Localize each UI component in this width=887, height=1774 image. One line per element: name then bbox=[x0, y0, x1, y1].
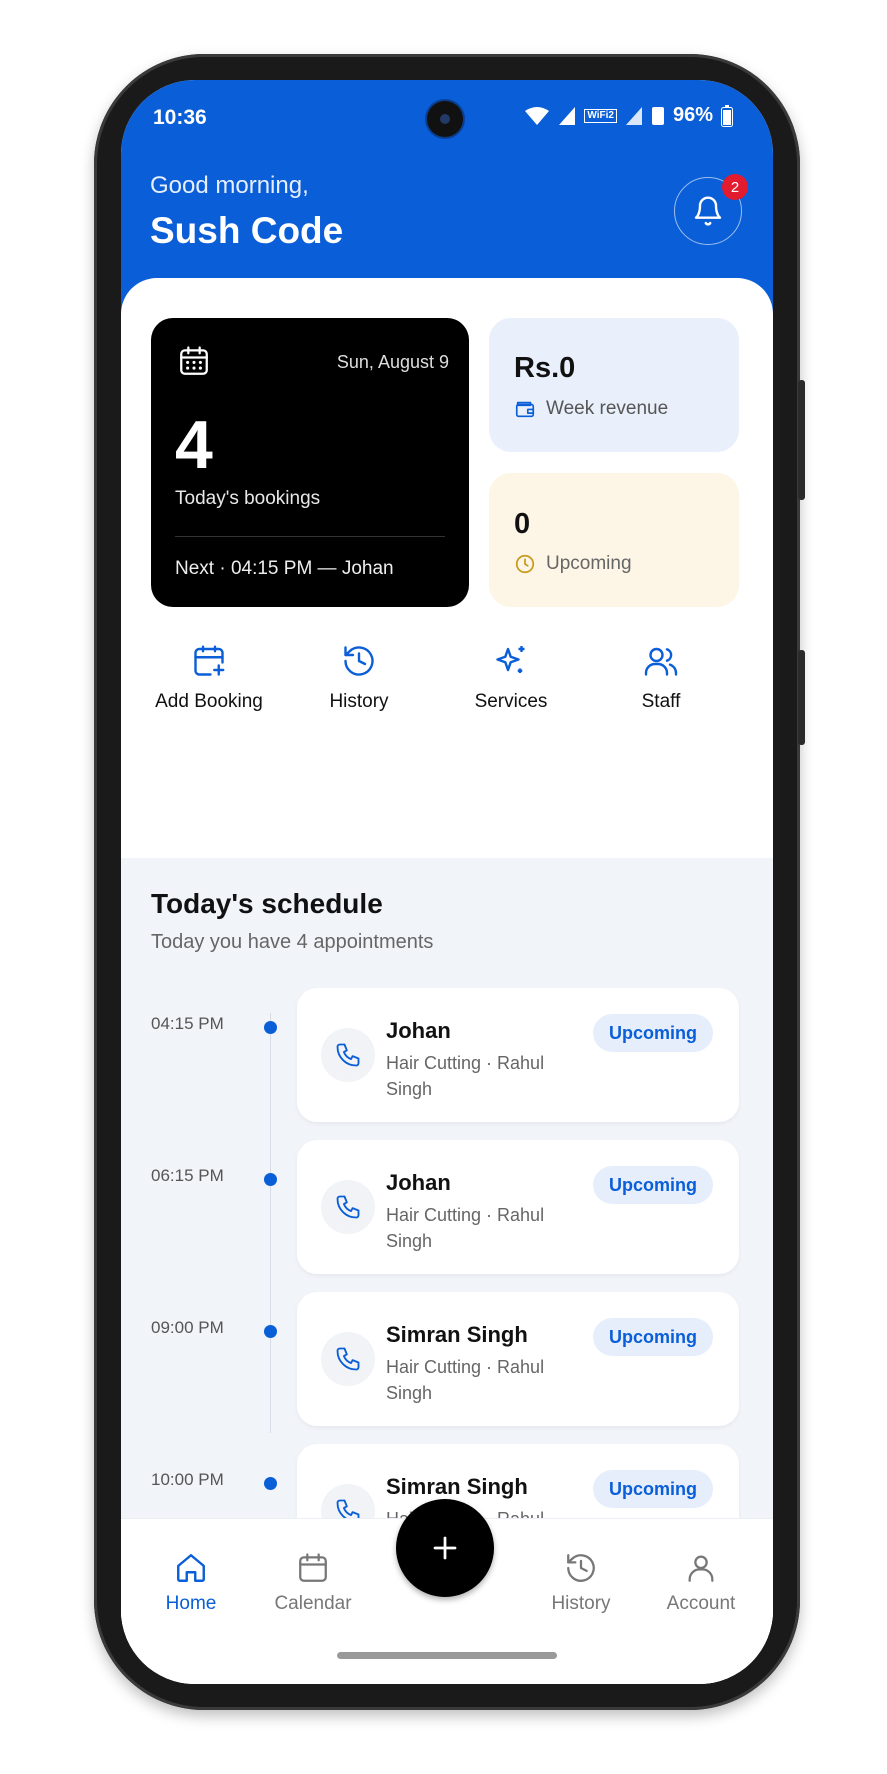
nav-home[interactable]: Home bbox=[136, 1551, 246, 1615]
week-revenue-label: Week revenue bbox=[546, 398, 669, 419]
plus-icon bbox=[433, 1536, 457, 1560]
week-revenue-row: Week revenue bbox=[514, 398, 668, 420]
main-content: Sun, August 9 4 Today's bookings Next · … bbox=[121, 278, 773, 1684]
phone-icon bbox=[336, 1347, 360, 1371]
staff-label: Staff bbox=[641, 691, 681, 712]
appointment-time: 06:15 PM bbox=[151, 1166, 224, 1185]
history-action-label: History bbox=[329, 691, 389, 712]
history-icon bbox=[344, 646, 374, 676]
history-action-button[interactable]: History bbox=[284, 643, 434, 713]
home-indicator[interactable] bbox=[337, 1652, 557, 1659]
user-name: Sush Code bbox=[150, 210, 344, 251]
client-name: Johan bbox=[386, 1170, 451, 1195]
schedule-subtitle: Today you have 4 appointments bbox=[151, 931, 434, 953]
history-icon bbox=[567, 1554, 595, 1582]
client-name: Simran Singh bbox=[386, 1474, 528, 1499]
users-icon bbox=[644, 647, 678, 676]
upcoming-label: Upcoming bbox=[546, 553, 632, 574]
status-badge: Upcoming bbox=[593, 1318, 713, 1356]
today-bookings-count: 4 bbox=[175, 407, 213, 483]
status-time: 10:36 bbox=[153, 106, 207, 129]
app-screen: 10:36 WiFi2 96% Good morning, Sush Code … bbox=[121, 80, 773, 1684]
camera-cutout bbox=[427, 101, 463, 137]
wallet-icon bbox=[515, 401, 535, 418]
appointment-card[interactable]: Simran Singh Hair Cutting · Rahul Singh … bbox=[297, 1292, 739, 1426]
timeline-dot bbox=[264, 1477, 277, 1490]
upcoming-row: Upcoming bbox=[514, 553, 632, 575]
services-label: Services bbox=[474, 691, 548, 712]
appointment-card[interactable]: Johan Hair Cutting · Rahul Singh Upcomin… bbox=[297, 988, 739, 1122]
nav-history[interactable]: History bbox=[526, 1551, 636, 1615]
clock-icon bbox=[515, 554, 535, 574]
side-button-volume bbox=[798, 380, 805, 500]
signal-icon bbox=[559, 106, 576, 125]
side-button-power bbox=[798, 650, 805, 745]
appointment-row: 06:15 PM Johan Hair Cutting · Rahul Sing… bbox=[121, 1140, 773, 1274]
home-icon bbox=[177, 1554, 205, 1582]
user-icon bbox=[688, 1555, 714, 1582]
status-badge: Upcoming bbox=[593, 1014, 713, 1052]
nav-calendar[interactable]: Calendar bbox=[258, 1551, 368, 1615]
status-badge: Upcoming bbox=[593, 1470, 713, 1508]
timeline-dot bbox=[264, 1173, 277, 1186]
today-date: Sun, August 9 bbox=[336, 352, 449, 372]
call-button[interactable] bbox=[321, 1028, 375, 1082]
service-detail: Hair Cutting · Rahul Singh bbox=[386, 1053, 545, 1099]
appointment-row: 09:00 PM Simran Singh Hair Cutting · Rah… bbox=[121, 1292, 773, 1426]
nav-account-label: Account bbox=[666, 1593, 736, 1614]
notification-badge: 2 bbox=[722, 174, 748, 200]
sparkles-icon bbox=[496, 646, 525, 673]
card-divider bbox=[175, 536, 445, 537]
appointment-time: 04:15 PM bbox=[151, 1014, 224, 1033]
add-fab-button[interactable] bbox=[396, 1499, 494, 1597]
call-button[interactable] bbox=[321, 1180, 375, 1234]
week-revenue-amount: Rs.0 bbox=[514, 352, 576, 384]
sim-icon bbox=[651, 106, 664, 125]
bell-icon bbox=[694, 196, 722, 226]
calendar-icon bbox=[177, 344, 211, 383]
add-booking-label: Add Booking bbox=[155, 691, 263, 712]
timeline-dot bbox=[264, 1021, 277, 1034]
appointment-row: 04:15 PM Johan Hair Cutting · Rahul Sing… bbox=[121, 988, 773, 1122]
schedule-title: Today's schedule bbox=[151, 888, 383, 919]
add-booking-button[interactable]: Add Booking bbox=[134, 643, 284, 713]
appointment-time: 09:00 PM bbox=[151, 1318, 224, 1337]
week-revenue-card[interactable]: Rs.0 Week revenue bbox=[489, 318, 739, 452]
upcoming-count: 0 bbox=[514, 508, 531, 540]
client-name: Johan bbox=[386, 1018, 451, 1043]
upcoming-card[interactable]: 0 Upcoming bbox=[489, 473, 739, 607]
status-bar: 10:36 WiFi2 96% bbox=[121, 100, 773, 137]
services-button[interactable]: Services bbox=[436, 643, 586, 713]
nav-history-label: History bbox=[551, 1593, 611, 1614]
battery-icon bbox=[721, 104, 733, 127]
staff-button[interactable]: Staff bbox=[586, 643, 736, 713]
appointment-time: 10:00 PM bbox=[151, 1470, 224, 1489]
wifi-calling-label: WiFi2 bbox=[584, 108, 617, 123]
signal-icon-2 bbox=[625, 106, 642, 125]
nav-calendar-label: Calendar bbox=[274, 1593, 352, 1614]
service-detail: Hair Cutting · Rahul Singh bbox=[386, 1357, 545, 1403]
calendar-plus-icon bbox=[194, 645, 225, 676]
quick-actions: Add Booking History Services Staff bbox=[121, 643, 773, 753]
appointment-card[interactable]: Johan Hair Cutting · Rahul Singh Upcomin… bbox=[297, 1140, 739, 1274]
today-bookings-label: Today's bookings bbox=[175, 488, 321, 509]
status-badge: Upcoming bbox=[593, 1166, 713, 1204]
service-detail: Hair Cutting · Rahul Singh bbox=[386, 1205, 545, 1251]
greeting-text: Good morning, bbox=[150, 172, 309, 199]
nav-home-label: Home bbox=[165, 1593, 217, 1614]
nav-account[interactable]: Account bbox=[646, 1551, 756, 1615]
client-name: Simran Singh bbox=[386, 1322, 528, 1347]
next-booking-text: Next · 04:15 PM — Johan bbox=[175, 558, 394, 579]
wifi-icon bbox=[525, 106, 550, 125]
battery-percent: 96% bbox=[672, 104, 713, 126]
call-button[interactable] bbox=[321, 1332, 375, 1386]
calendar-icon bbox=[299, 1553, 327, 1582]
phone-icon bbox=[336, 1043, 360, 1067]
status-icons: WiFi2 96% bbox=[524, 104, 733, 127]
timeline-dot bbox=[264, 1325, 277, 1338]
today-bookings-card[interactable]: Sun, August 9 4 Today's bookings Next · … bbox=[151, 318, 469, 607]
phone-icon bbox=[336, 1195, 360, 1219]
